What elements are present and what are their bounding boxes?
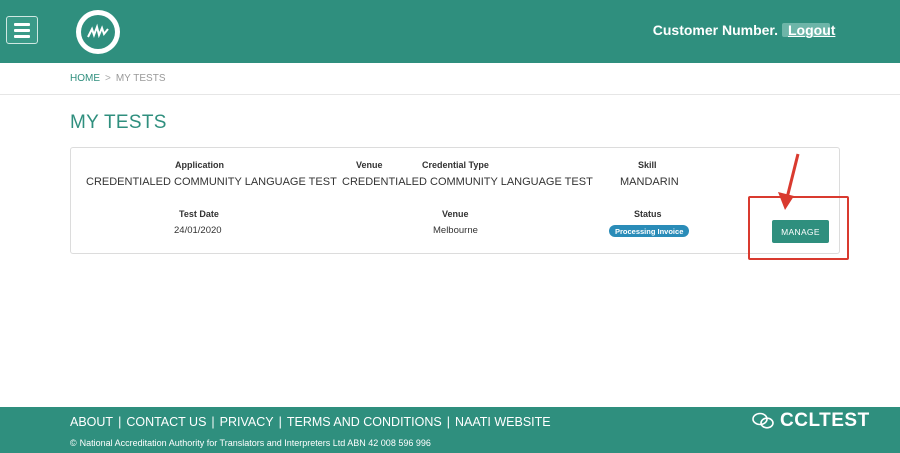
breadcrumb-separator: > bbox=[105, 73, 111, 84]
breadcrumb-home-link[interactable]: HOME bbox=[70, 73, 100, 84]
manage-button[interactable]: MANAGE bbox=[772, 220, 829, 243]
footer-link-contact-us[interactable]: CONTACT US bbox=[126, 415, 206, 429]
footer-links: ABOUT | CONTACT US | PRIVACY | TERMS AND… bbox=[70, 415, 551, 429]
test-date-value: 24/01/2020 bbox=[174, 225, 222, 236]
credential-type-label: Credential Type bbox=[422, 160, 489, 170]
menu-bar bbox=[14, 22, 30, 26]
footer-link-privacy[interactable]: PRIVACY bbox=[220, 415, 274, 429]
menu-bar bbox=[14, 28, 30, 32]
customer-number-label: Customer Number. bbox=[652, 22, 778, 38]
status-label: Status bbox=[634, 209, 662, 219]
chat-bubble-icon bbox=[752, 412, 774, 429]
application-value: CREDENTIALED COMMUNITY LANGUAGE TEST bbox=[86, 176, 337, 188]
breadcrumb-current: MY TESTS bbox=[115, 73, 166, 84]
logout-link[interactable]: Logout bbox=[788, 22, 835, 38]
application-label: Application bbox=[175, 160, 224, 170]
footer-separator: | bbox=[211, 415, 215, 429]
footer-separator: | bbox=[278, 415, 282, 429]
test-venue-label: Venue bbox=[442, 209, 469, 219]
copyright-label: National Accreditation Authority for Tra… bbox=[79, 438, 431, 448]
footer: ABOUT | CONTACT US | PRIVACY | TERMS AND… bbox=[0, 407, 900, 453]
watermark: CCLTEST bbox=[752, 410, 870, 432]
top-header: Customer Number. Logout bbox=[0, 0, 900, 63]
page-title: MY TESTS bbox=[70, 112, 167, 133]
test-venue-value: Melbourne bbox=[433, 225, 478, 236]
credential-type-value: CREDENTIALED COMMUNITY LANGUAGE TEST bbox=[342, 176, 593, 188]
footer-separator: | bbox=[118, 415, 122, 429]
test-card: Application CREDENTIALED COMMUNITY LANGU… bbox=[70, 147, 840, 254]
footer-separator: | bbox=[446, 415, 450, 429]
test-date-label: Test Date bbox=[179, 209, 219, 219]
copyright-text: © National Accreditation Authority for T… bbox=[70, 438, 431, 448]
venue-label: Venue bbox=[356, 160, 383, 170]
watermark-text: CCLTEST bbox=[780, 410, 870, 431]
copyright-icon: © bbox=[70, 438, 77, 448]
footer-link-about[interactable]: ABOUT bbox=[70, 415, 113, 429]
menu-bar bbox=[14, 34, 30, 38]
naati-logo[interactable] bbox=[76, 10, 120, 54]
footer-link-naati-website[interactable]: NAATI WEBSITE bbox=[455, 415, 551, 429]
skill-label: Skill bbox=[638, 160, 657, 170]
logo-mark-icon bbox=[81, 15, 115, 49]
breadcrumb: HOME > MY TESTS bbox=[0, 63, 900, 95]
skill-value: MANDARIN bbox=[620, 176, 679, 188]
hamburger-menu-button[interactable] bbox=[6, 16, 38, 44]
status-badge: Processing Invoice bbox=[609, 225, 690, 237]
footer-link-terms[interactable]: TERMS AND CONDITIONS bbox=[287, 415, 442, 429]
